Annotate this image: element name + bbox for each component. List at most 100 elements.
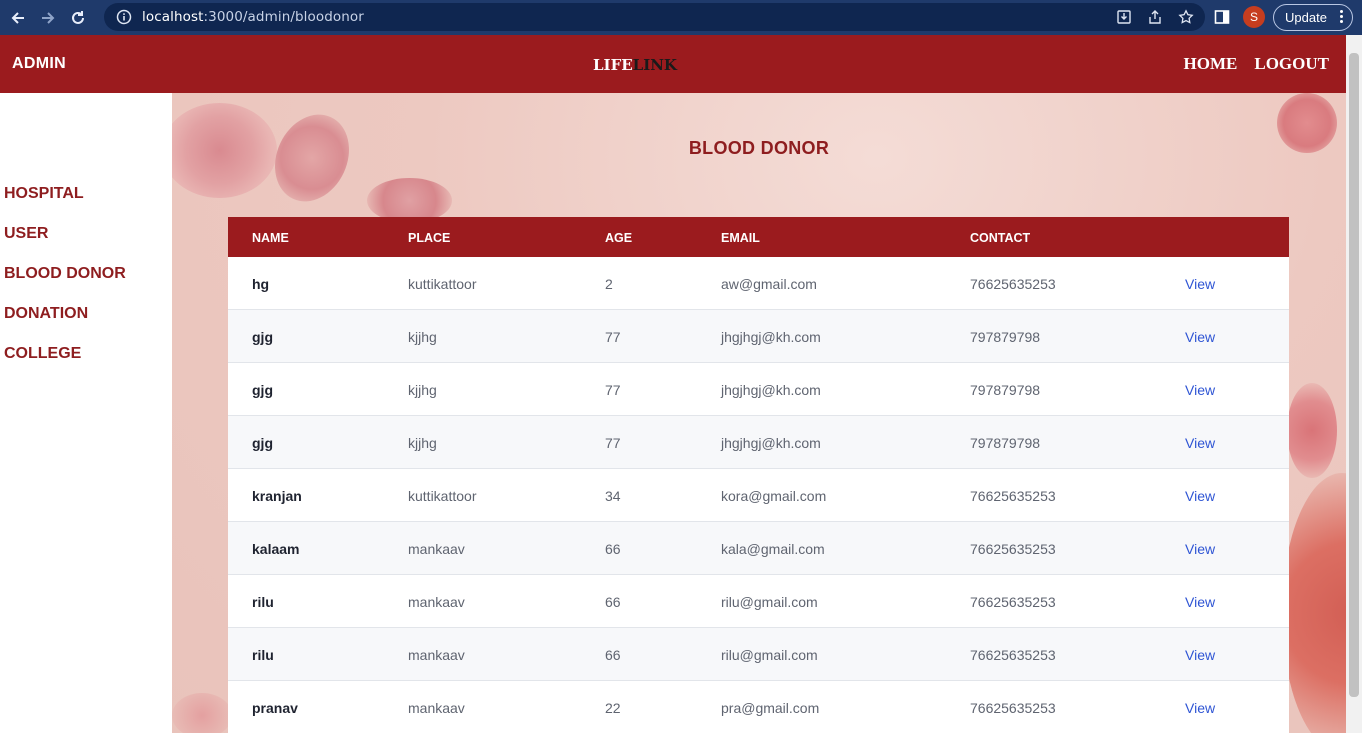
cell-contact: 76625635253 — [970, 276, 1056, 292]
view-link[interactable]: View — [1185, 541, 1215, 557]
cell-email: kala@gmail.com — [721, 541, 825, 557]
reload-icon[interactable] — [65, 5, 91, 31]
view-link[interactable]: View — [1185, 488, 1215, 504]
nav-home-link[interactable]: HOME — [1184, 54, 1238, 74]
sidebar-item-donation[interactable]: DONATION — [4, 305, 88, 323]
cell-age: 66 — [605, 594, 621, 610]
table-row: gjg kjjhg 77 jhgjhgj@kh.com 797879798 View — [228, 363, 1289, 416]
cell-contact: 797879798 — [970, 382, 1041, 398]
site-info-icon[interactable] — [116, 9, 132, 25]
cell-email: aw@gmail.com — [721, 276, 817, 292]
browser-toolbar: localhost:3000/admin/bloodonor S Update — [0, 0, 1362, 35]
table-row: gjg kjjhg 77 jhgjhgj@kh.com 797879798 View — [228, 310, 1289, 363]
address-bar[interactable]: localhost:3000/admin/bloodonor — [104, 3, 1205, 31]
cell-age: 2 — [605, 276, 613, 292]
cell-age: 77 — [605, 329, 621, 345]
side-panel-icon[interactable] — [1212, 7, 1232, 27]
main-content: BLOOD DONOR NAME PLACE AGE EMAIL CONTACT… — [172, 93, 1346, 733]
cell-email: pra@gmail.com — [721, 700, 820, 716]
cell-age: 66 — [605, 541, 621, 557]
cell-contact: 76625635253 — [970, 594, 1056, 610]
cell-name: pranav — [252, 700, 298, 716]
cell-place: kuttikattoor — [408, 488, 477, 504]
cell-email: jhgjhgj@kh.com — [721, 382, 821, 398]
cell-place: kjjhg — [408, 329, 437, 345]
page-title: BLOOD DONOR — [688, 138, 830, 158]
cell-place: kuttikattoor — [408, 276, 477, 292]
sidebar-item-user[interactable]: USER — [4, 225, 48, 243]
cell-place: kjjhg — [408, 382, 437, 398]
profile-avatar[interactable]: S — [1243, 6, 1265, 28]
url-text: localhost:3000/admin/bloodonor — [142, 9, 364, 25]
cell-contact: 76625635253 — [970, 700, 1056, 716]
cell-email: jhgjhgj@kh.com — [721, 329, 821, 345]
cell-age: 77 — [605, 435, 621, 451]
cell-age: 66 — [605, 647, 621, 663]
table-row: rilu mankaav 66 rilu@gmail.com 76625635253 Vi… — [228, 575, 1289, 628]
cell-contact: 797879798 — [970, 435, 1041, 451]
background-blood-cell — [172, 693, 232, 733]
cell-place: mankaav — [408, 647, 465, 663]
logo[interactable]: LIFELINK — [593, 56, 677, 74]
admin-title: ADMIN — [12, 55, 66, 72]
sidebar-item-college[interactable]: COLLEGE — [4, 345, 81, 363]
view-link[interactable]: View — [1185, 594, 1215, 610]
table-row: gjg kjjhg 77 jhgjhgj@kh.com 797879798 View — [228, 416, 1289, 469]
sidebar-item-blood-donor[interactable]: BLOOD DONOR — [4, 265, 126, 283]
view-link[interactable]: View — [1185, 435, 1215, 451]
app-header: ADMIN LIFELINK HOME LOGOUT — [0, 35, 1346, 93]
view-link[interactable]: View — [1185, 700, 1215, 716]
cell-name: kalaam — [252, 541, 300, 557]
column-header-age: AGE — [605, 231, 633, 245]
background-tissue — [1282, 473, 1346, 733]
column-header-contact: CONTACT — [970, 231, 1031, 245]
install-app-icon[interactable] — [1115, 8, 1133, 26]
nav-logout-link[interactable]: LOGOUT — [1254, 54, 1329, 74]
cell-age: 22 — [605, 700, 621, 716]
cell-age: 34 — [605, 488, 621, 504]
cell-contact: 797879798 — [970, 329, 1041, 345]
table-row: rilu mankaav 66 rilu@gmail.com 76625635253 Vi… — [228, 628, 1289, 681]
table-header: NAME PLACE AGE EMAIL CONTACT — [228, 217, 1289, 257]
cell-email: kora@gmail.com — [721, 488, 827, 504]
cell-contact: 76625635253 — [970, 541, 1056, 557]
cell-name: rilu — [252, 594, 274, 610]
logo-part-link: LINK — [632, 56, 677, 74]
url-path: :3000/admin/bloodonor — [203, 9, 364, 25]
view-link[interactable]: View — [1185, 647, 1215, 663]
cell-contact: 76625635253 — [970, 488, 1056, 504]
cell-email: rilu@gmail.com — [721, 594, 818, 610]
view-link[interactable]: View — [1185, 329, 1215, 345]
table-body: hg kuttikattoor 2 aw@gmail.com 76625635253 Vi… — [228, 257, 1289, 733]
cell-contact: 76625635253 — [970, 647, 1056, 663]
bookmark-star-icon[interactable] — [1177, 8, 1195, 26]
cell-name: gjg — [252, 435, 273, 451]
back-icon[interactable] — [5, 5, 31, 31]
cell-email: rilu@gmail.com — [721, 647, 818, 663]
cell-place: mankaav — [408, 700, 465, 716]
table-row: hg kuttikattoor 2 aw@gmail.com 76625635253 Vi… — [228, 257, 1289, 310]
background-blood-cell — [1287, 383, 1337, 478]
table-row: pranav mankaav 22 pra@gmail.com 76625635253 V… — [228, 681, 1289, 733]
scrollbar-thumb[interactable] — [1349, 53, 1359, 697]
share-icon[interactable] — [1146, 8, 1164, 26]
cell-name: hg — [252, 276, 270, 292]
table-row: kranjan kuttikattoor 34 kora@gmail.com 76625… — [228, 469, 1289, 522]
cell-name: gjg — [252, 382, 273, 398]
table-row: kalaam mankaav 66 kala@gmail.com 76625635253… — [228, 522, 1289, 575]
view-link[interactable]: View — [1185, 276, 1215, 292]
cell-place: mankaav — [408, 541, 465, 557]
cell-age: 77 — [605, 382, 621, 398]
menu-dots-icon[interactable] — [1340, 10, 1343, 23]
forward-icon[interactable] — [35, 5, 61, 31]
page-scrollbar[interactable] — [1346, 35, 1362, 733]
cell-place: mankaav — [408, 594, 465, 610]
column-header-email: EMAIL — [721, 231, 760, 245]
sidebar-item-hospital[interactable]: HOSPITAL — [4, 185, 84, 203]
cell-name: kranjan — [252, 488, 302, 504]
cell-email: jhgjhgj@kh.com — [721, 435, 821, 451]
sidebar: HOSPITAL USER BLOOD DONOR DONATION COLLE… — [0, 93, 172, 733]
update-label: Update — [1285, 10, 1327, 25]
view-link[interactable]: View — [1185, 382, 1215, 398]
update-button[interactable]: Update — [1273, 4, 1353, 31]
